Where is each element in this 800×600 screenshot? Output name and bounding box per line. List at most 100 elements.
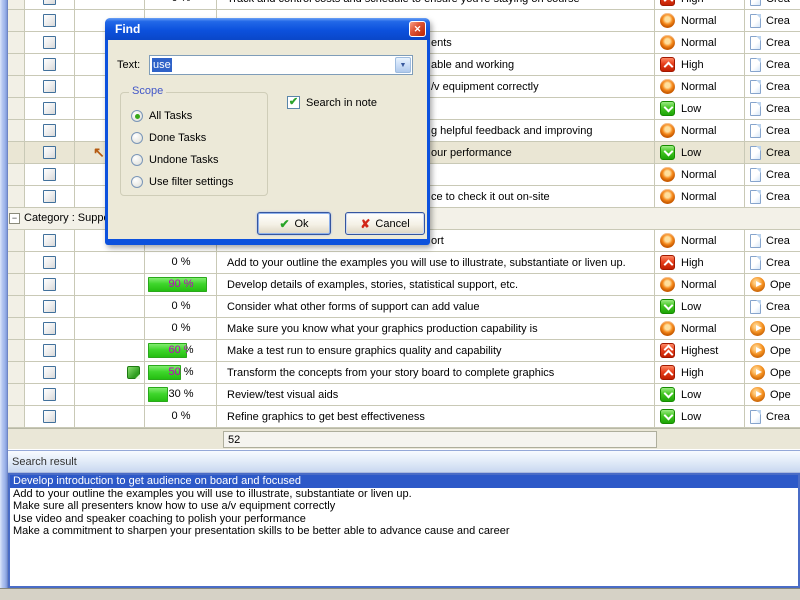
chevron-down-icon[interactable]: ▼ xyxy=(395,57,411,73)
task-checkbox[interactable] xyxy=(43,146,56,159)
progress-cell: 0 % xyxy=(145,296,217,317)
priority-cell: Normal xyxy=(655,10,745,31)
find-dialog-titlebar[interactable]: Find ✕ xyxy=(105,18,430,40)
task-checkbox[interactable] xyxy=(43,300,56,313)
radio-icon[interactable] xyxy=(131,132,143,144)
task-checkbox[interactable] xyxy=(43,234,56,247)
note-action-button[interactable]: Crea xyxy=(745,120,800,141)
task-checkbox[interactable] xyxy=(43,278,56,291)
note-action-button[interactable]: Crea xyxy=(745,164,800,185)
note-action-button[interactable]: Crea xyxy=(745,142,800,163)
radio-label: All Tasks xyxy=(149,110,192,122)
row-gutter xyxy=(8,54,25,75)
collapse-icon[interactable]: − xyxy=(9,213,20,224)
row-gutter xyxy=(8,384,25,405)
task-row[interactable]: 0 %Refine graphics to get best effective… xyxy=(8,406,800,428)
icon-cell xyxy=(75,340,145,361)
note-action-button[interactable]: Crea xyxy=(745,10,800,31)
priority-cell: Normal xyxy=(655,230,745,251)
search-in-note-checkbox-row[interactable]: ✔ Search in note xyxy=(287,96,377,109)
task-row[interactable]: 50 %50 %Transform the concepts from your… xyxy=(8,362,800,384)
radio-all-tasks[interactable]: All Tasks xyxy=(131,109,192,122)
note-action-button[interactable]: Crea xyxy=(745,0,800,9)
search-result-panel: Search result Develop introduction to ge… xyxy=(8,450,800,588)
note-action-button[interactable]: Ope xyxy=(745,384,800,405)
radio-icon[interactable] xyxy=(131,110,143,122)
task-row[interactable]: 0 %Track and control costs and schedule … xyxy=(8,0,800,10)
radio-done-tasks[interactable]: Done Tasks xyxy=(131,131,206,144)
task-checkbox[interactable] xyxy=(43,366,56,379)
progress-text: 0 % xyxy=(145,252,217,273)
priority-low-icon xyxy=(660,299,675,314)
task-row[interactable]: 0 %Make sure you know what your graphics… xyxy=(8,318,800,340)
task-title: Transform the concepts from your story b… xyxy=(217,367,554,379)
task-row[interactable]: 0 %Consider what other forms of support … xyxy=(8,296,800,318)
task-checkbox[interactable] xyxy=(43,256,56,269)
note-action-button[interactable]: Crea xyxy=(745,54,800,75)
priority-normal-icon xyxy=(660,79,675,94)
checkbox-icon[interactable]: ✔ xyxy=(287,96,300,109)
radio-use-filter-settings[interactable]: Use filter settings xyxy=(131,175,233,188)
checkbox-cell xyxy=(25,230,75,251)
find-dialog-title: Find xyxy=(115,22,140,36)
task-checkbox[interactable] xyxy=(43,58,56,71)
task-checkbox[interactable] xyxy=(43,124,56,137)
task-checkbox[interactable] xyxy=(43,80,56,93)
cancel-button[interactable]: ✘ Cancel xyxy=(345,212,425,235)
note-action-button[interactable]: Crea xyxy=(745,296,800,317)
note-action-button[interactable]: Crea xyxy=(745,76,800,97)
note-action-button[interactable]: Crea xyxy=(745,186,800,207)
row-gutter xyxy=(8,340,25,361)
icon-cell xyxy=(75,318,145,339)
ok-button-label: Ok xyxy=(295,218,309,230)
note-action-button[interactable]: Crea xyxy=(745,32,800,53)
close-icon[interactable]: ✕ xyxy=(409,21,426,37)
note-action-button[interactable]: Crea xyxy=(745,230,800,251)
search-result-item[interactable]: Make a commitment to sharpen your presen… xyxy=(10,525,798,538)
task-checkbox[interactable] xyxy=(43,410,56,423)
task-checkbox[interactable] xyxy=(43,36,56,49)
priority-normal-icon xyxy=(660,35,675,50)
note-action-button[interactable]: Crea xyxy=(745,252,800,273)
search-result-item[interactable]: Add to your outline the examples you wil… xyxy=(10,488,798,501)
search-text-combobox[interactable]: use ▼ xyxy=(149,55,413,75)
task-checkbox[interactable] xyxy=(43,344,56,357)
task-checkbox[interactable] xyxy=(43,322,56,335)
note-action-button[interactable]: Ope xyxy=(745,362,800,383)
checkbox-cell xyxy=(25,76,75,97)
note-action-button[interactable]: Crea xyxy=(745,406,800,427)
task-row[interactable]: 0 %Add to your outline the examples you … xyxy=(8,252,800,274)
task-checkbox[interactable] xyxy=(43,14,56,27)
open-note-icon xyxy=(750,365,765,380)
note-action-button[interactable]: Ope xyxy=(745,274,800,295)
note-action-button[interactable]: Crea xyxy=(745,98,800,119)
task-checkbox[interactable] xyxy=(43,190,56,203)
task-row[interactable]: 60 %60 %Make a test run to ensure graphi… xyxy=(8,340,800,362)
task-checkbox[interactable] xyxy=(43,0,56,5)
search-result-item[interactable]: Use video and speaker coaching to polish… xyxy=(10,513,798,526)
priority-label: Normal xyxy=(681,81,716,93)
progress-bar: 90 % xyxy=(148,277,207,292)
progress-text: 0 % xyxy=(145,406,217,427)
task-checkbox[interactable] xyxy=(43,168,56,181)
task-checkbox[interactable] xyxy=(43,388,56,401)
search-result-item[interactable]: Make sure all presenters know how to use… xyxy=(10,500,798,513)
app-window: 0 %Track and control costs and schedule … xyxy=(0,0,800,600)
task-row[interactable]: 30 %30 %Review/test visual aidsLowOpe xyxy=(8,384,800,406)
priority-low-icon xyxy=(660,387,675,402)
icon-cell xyxy=(75,0,145,9)
priority-label: High xyxy=(681,0,704,5)
priority-normal-icon xyxy=(660,321,675,336)
radio-icon[interactable] xyxy=(131,176,143,188)
note-action-button[interactable]: Ope xyxy=(745,318,800,339)
note-action-button[interactable]: Ope xyxy=(745,340,800,361)
row-gutter xyxy=(8,318,25,339)
ok-button[interactable]: ✔ Ok xyxy=(257,212,331,235)
radio-undone-tasks[interactable]: Undone Tasks xyxy=(131,153,219,166)
search-result-item[interactable]: Develop introduction to get audience on … xyxy=(10,475,798,488)
task-row[interactable]: 90 %90 %Develop details of examples, sto… xyxy=(8,274,800,296)
note-action-label: Crea xyxy=(766,81,790,93)
row-gutter xyxy=(8,98,25,119)
task-checkbox[interactable] xyxy=(43,102,56,115)
radio-icon[interactable] xyxy=(131,154,143,166)
